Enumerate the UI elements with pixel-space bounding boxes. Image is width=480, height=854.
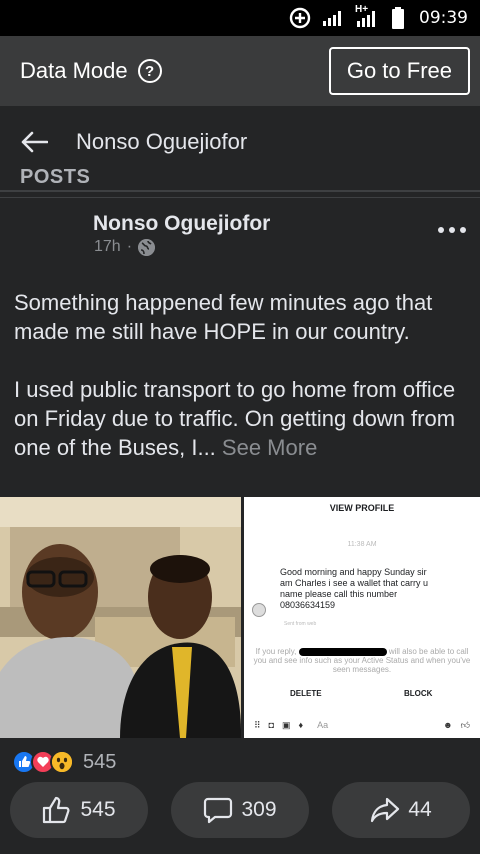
like-count: 545	[80, 798, 116, 821]
reaction-summary[interactable]: 545	[12, 748, 116, 776]
post-body: Something happened few minutes ago that …	[14, 288, 470, 491]
page-title: Nonso Oguejiofor	[76, 129, 248, 154]
sent-from-label: Sent from web	[284, 621, 317, 627]
posts-section-label: Posts	[20, 166, 91, 188]
post-author-name[interactable]: Nonso Oguejiofor	[93, 212, 270, 236]
sender-avatar-icon	[252, 603, 266, 617]
meta-separator: ·	[126, 238, 133, 255]
help-icon[interactable]: ?	[137, 59, 162, 83]
section-label-clipped: Posts	[20, 160, 220, 192]
see-more-link[interactable]: See More	[222, 435, 317, 460]
globe-icon	[138, 238, 156, 256]
post-time[interactable]: 17h	[94, 238, 121, 256]
composer-placeholder: Aa	[317, 720, 329, 730]
message-timestamp: 11:38 AM	[347, 541, 377, 548]
wow-reaction-icon	[50, 750, 74, 774]
comment-bubble-icon	[203, 796, 233, 824]
share-arrow-icon	[370, 796, 400, 824]
reply-notice: If you reply, will also be able to call …	[252, 647, 472, 674]
clock: 09:39	[419, 8, 468, 28]
data-mode-label: Data Mode	[20, 58, 128, 83]
battery-icon	[391, 7, 405, 29]
emoji-icon: ☻	[443, 720, 453, 730]
divider	[0, 197, 480, 198]
redacted-name	[298, 647, 387, 656]
apps-icon: ⠿	[254, 719, 261, 730]
post-paragraph: Something happened few minutes ago that …	[14, 290, 433, 344]
share-button[interactable]: 44	[332, 782, 470, 838]
signal-h-plus-icon: H+	[355, 4, 381, 29]
data-saver-icon	[289, 7, 311, 29]
reply-notice-start: If you reply,	[255, 647, 297, 656]
data-mode-indicator[interactable]: Data Mode ?	[20, 58, 162, 84]
post-photo-message-screenshot[interactable]: VIEW PROFILE 11:38 AM Good morning and h…	[244, 497, 480, 738]
signal-icon	[321, 8, 345, 28]
post-paragraph: I used public transport to go home from …	[14, 375, 470, 462]
divider	[0, 190, 480, 192]
network-type-label: H+	[355, 4, 369, 15]
data-mode-bar: Data Mode ? Go to Free	[0, 36, 480, 106]
camera-icon: ◘	[268, 720, 275, 730]
composer-bar: ⠿ ◘ ▣ ♦ Aa ☻ 👍︎	[244, 715, 480, 735]
post-action-bar: 545 309 44	[0, 782, 480, 842]
delete-button: DELETE	[290, 689, 322, 698]
view-profile-label: VIEW PROFILE	[329, 503, 395, 513]
message-bubble-text: Good morning and happy Sunday sir am Cha…	[280, 567, 429, 610]
post-meta: 17h ·	[94, 238, 156, 256]
share-count: 44	[408, 798, 432, 821]
back-arrow-icon[interactable]	[20, 130, 50, 154]
thumbs-up-icon: 👍︎	[460, 719, 470, 730]
reaction-count: 545	[83, 750, 117, 773]
gallery-icon: ▣	[282, 719, 291, 730]
like-button[interactable]: 545	[10, 782, 148, 838]
block-button: BLOCK	[404, 689, 433, 698]
microphone-icon: ♦	[298, 720, 304, 730]
thumbs-up-icon	[42, 796, 72, 824]
comment-count: 309	[241, 798, 277, 821]
more-options-icon[interactable]	[438, 220, 466, 240]
status-bar: H+ 09:39	[0, 0, 480, 36]
post-header: Nonso Oguejiofor 17h ·	[0, 206, 480, 266]
post-photo-selfie[interactable]	[0, 497, 241, 738]
go-to-free-button[interactable]: Go to Free	[328, 47, 470, 95]
comment-button[interactable]: 309	[171, 782, 309, 838]
